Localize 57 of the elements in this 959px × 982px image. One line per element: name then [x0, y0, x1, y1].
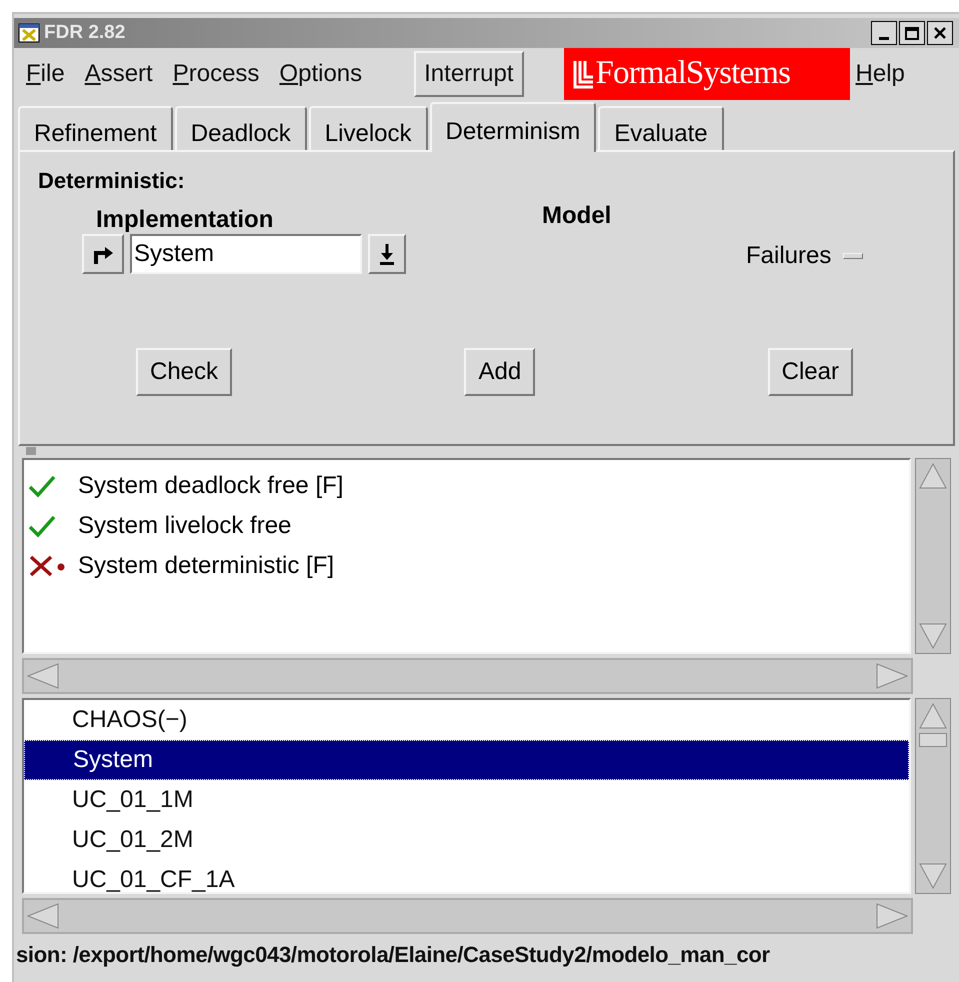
- action-button[interactable]: Check: [136, 348, 232, 396]
- model-option[interactable]: Failures: [746, 238, 832, 274]
- action-button[interactable]: Add: [464, 348, 536, 396]
- result-text: System deadlock free [F]: [78, 471, 344, 501]
- scroll-left-arrow-icon[interactable]: [26, 902, 60, 930]
- tab[interactable]: Refinement: [18, 106, 173, 150]
- interrupt-button[interactable]: Interrupt: [414, 51, 524, 97]
- result-text: System livelock free: [78, 511, 292, 541]
- app-icon: [18, 23, 40, 43]
- horizontal-scrollbar[interactable]: [22, 898, 913, 934]
- download-arrow-icon: [379, 243, 395, 265]
- vertical-scrollbar[interactable]: [915, 698, 951, 894]
- check-icon: [28, 514, 56, 538]
- horizontal-scrollbar[interactable]: [22, 658, 913, 694]
- arrow-button[interactable]: [82, 234, 124, 274]
- status-text: sion: /export/home/wgc043/motorola/Elaine/CaseStudy2/modelo_man_cor: [16, 942, 770, 967]
- scrollbar-thumb[interactable]: [919, 733, 947, 747]
- company-logo: FormalSystems: [564, 48, 850, 100]
- cross-icon: [28, 554, 66, 578]
- scroll-right-arrow-icon[interactable]: [875, 662, 909, 690]
- tab[interactable]: Evaluate: [598, 106, 724, 150]
- list-row[interactable]: UC_01_CF_1A: [24, 860, 909, 892]
- scroll-down-arrow-icon[interactable]: [918, 621, 948, 651]
- scroll-up-arrow-icon[interactable]: [918, 701, 948, 731]
- tab[interactable]: Deadlock: [174, 106, 307, 150]
- menu-item[interactable]: File: [26, 56, 65, 92]
- dropdown-button[interactable]: [368, 234, 406, 274]
- section-heading: Deterministic:: [38, 167, 185, 195]
- menu-item[interactable]: Options: [279, 56, 362, 92]
- vertical-scrollbar[interactable]: [915, 458, 951, 654]
- close-icon: [933, 26, 947, 40]
- scroll-down-arrow-icon[interactable]: [918, 861, 948, 891]
- scroll-right-arrow-icon[interactable]: [875, 902, 909, 930]
- list-row[interactable]: System: [24, 740, 909, 780]
- tab[interactable]: Livelock: [308, 106, 428, 150]
- check-icon: [28, 474, 56, 498]
- scroll-left-arrow-icon[interactable]: [26, 662, 60, 690]
- model-label: Model: [542, 201, 612, 231]
- option-indicator[interactable]: [843, 253, 864, 259]
- scroll-up-arrow-icon[interactable]: [918, 461, 948, 491]
- maximize-button[interactable]: [899, 21, 925, 45]
- turn-arrow-icon: [92, 244, 114, 264]
- implementation-label: Implementation: [96, 205, 274, 235]
- close-button[interactable]: [927, 21, 953, 45]
- list-row[interactable]: UC_01_2M: [24, 820, 909, 860]
- implementation-field[interactable]: System: [130, 234, 362, 274]
- list-row[interactable]: UC_01_1M: [24, 780, 909, 820]
- menu-item[interactable]: Process: [172, 56, 260, 92]
- help-menu[interactable]: Help: [856, 56, 905, 92]
- tab[interactable]: Determinism: [430, 102, 596, 152]
- menu-item[interactable]: Assert: [84, 56, 153, 92]
- window-title: FDR 2.82: [44, 20, 126, 45]
- pane-sash-handle[interactable]: [26, 447, 36, 455]
- action-button[interactable]: Clear: [768, 348, 853, 396]
- minimize-button[interactable]: [871, 21, 897, 45]
- result-text: System deterministic [F]: [78, 551, 334, 581]
- list-row[interactable]: CHAOS(−): [24, 700, 909, 740]
